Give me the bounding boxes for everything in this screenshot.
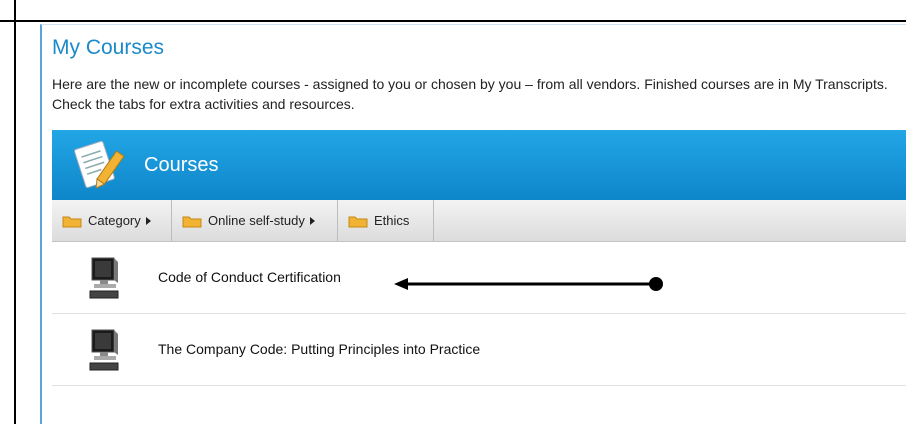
breadcrumb-ethics[interactable]: Ethics bbox=[338, 200, 434, 241]
course-row[interactable]: The Company Code: Putting Principles int… bbox=[52, 314, 906, 386]
folder-icon bbox=[62, 216, 82, 227]
annotation-arrow-icon bbox=[394, 277, 663, 291]
courses-section-header: Courses bbox=[52, 130, 906, 200]
section-title: Courses bbox=[144, 154, 219, 176]
notepad-pencil-icon bbox=[74, 140, 125, 189]
breadcrumb-label: Category bbox=[88, 213, 141, 228]
outer-frame-left bbox=[14, 0, 16, 424]
folder-icon bbox=[348, 216, 368, 227]
breadcrumb-label: Online self-study bbox=[208, 213, 305, 228]
outer-frame-top bbox=[0, 0, 906, 22]
computer-icon bbox=[89, 257, 119, 299]
course-title-link[interactable]: Code of Conduct Certification bbox=[158, 269, 341, 285]
breadcrumb-online-self-study[interactable]: Online self-study bbox=[172, 200, 338, 241]
breadcrumb: Category Online self-study Ethics bbox=[52, 200, 906, 242]
caret-right-icon bbox=[145, 216, 151, 225]
course-title-link[interactable]: The Company Code: Putting Principles int… bbox=[158, 341, 480, 357]
folder-icon bbox=[182, 216, 202, 227]
computer-icon bbox=[89, 329, 119, 371]
breadcrumb-label: Ethics bbox=[374, 213, 410, 228]
breadcrumb-category[interactable]: Category bbox=[52, 200, 172, 241]
page-title: My Courses bbox=[52, 36, 165, 59]
caret-right-icon bbox=[309, 216, 315, 225]
page-description: Here are the new or incomplete courses -… bbox=[52, 76, 888, 112]
